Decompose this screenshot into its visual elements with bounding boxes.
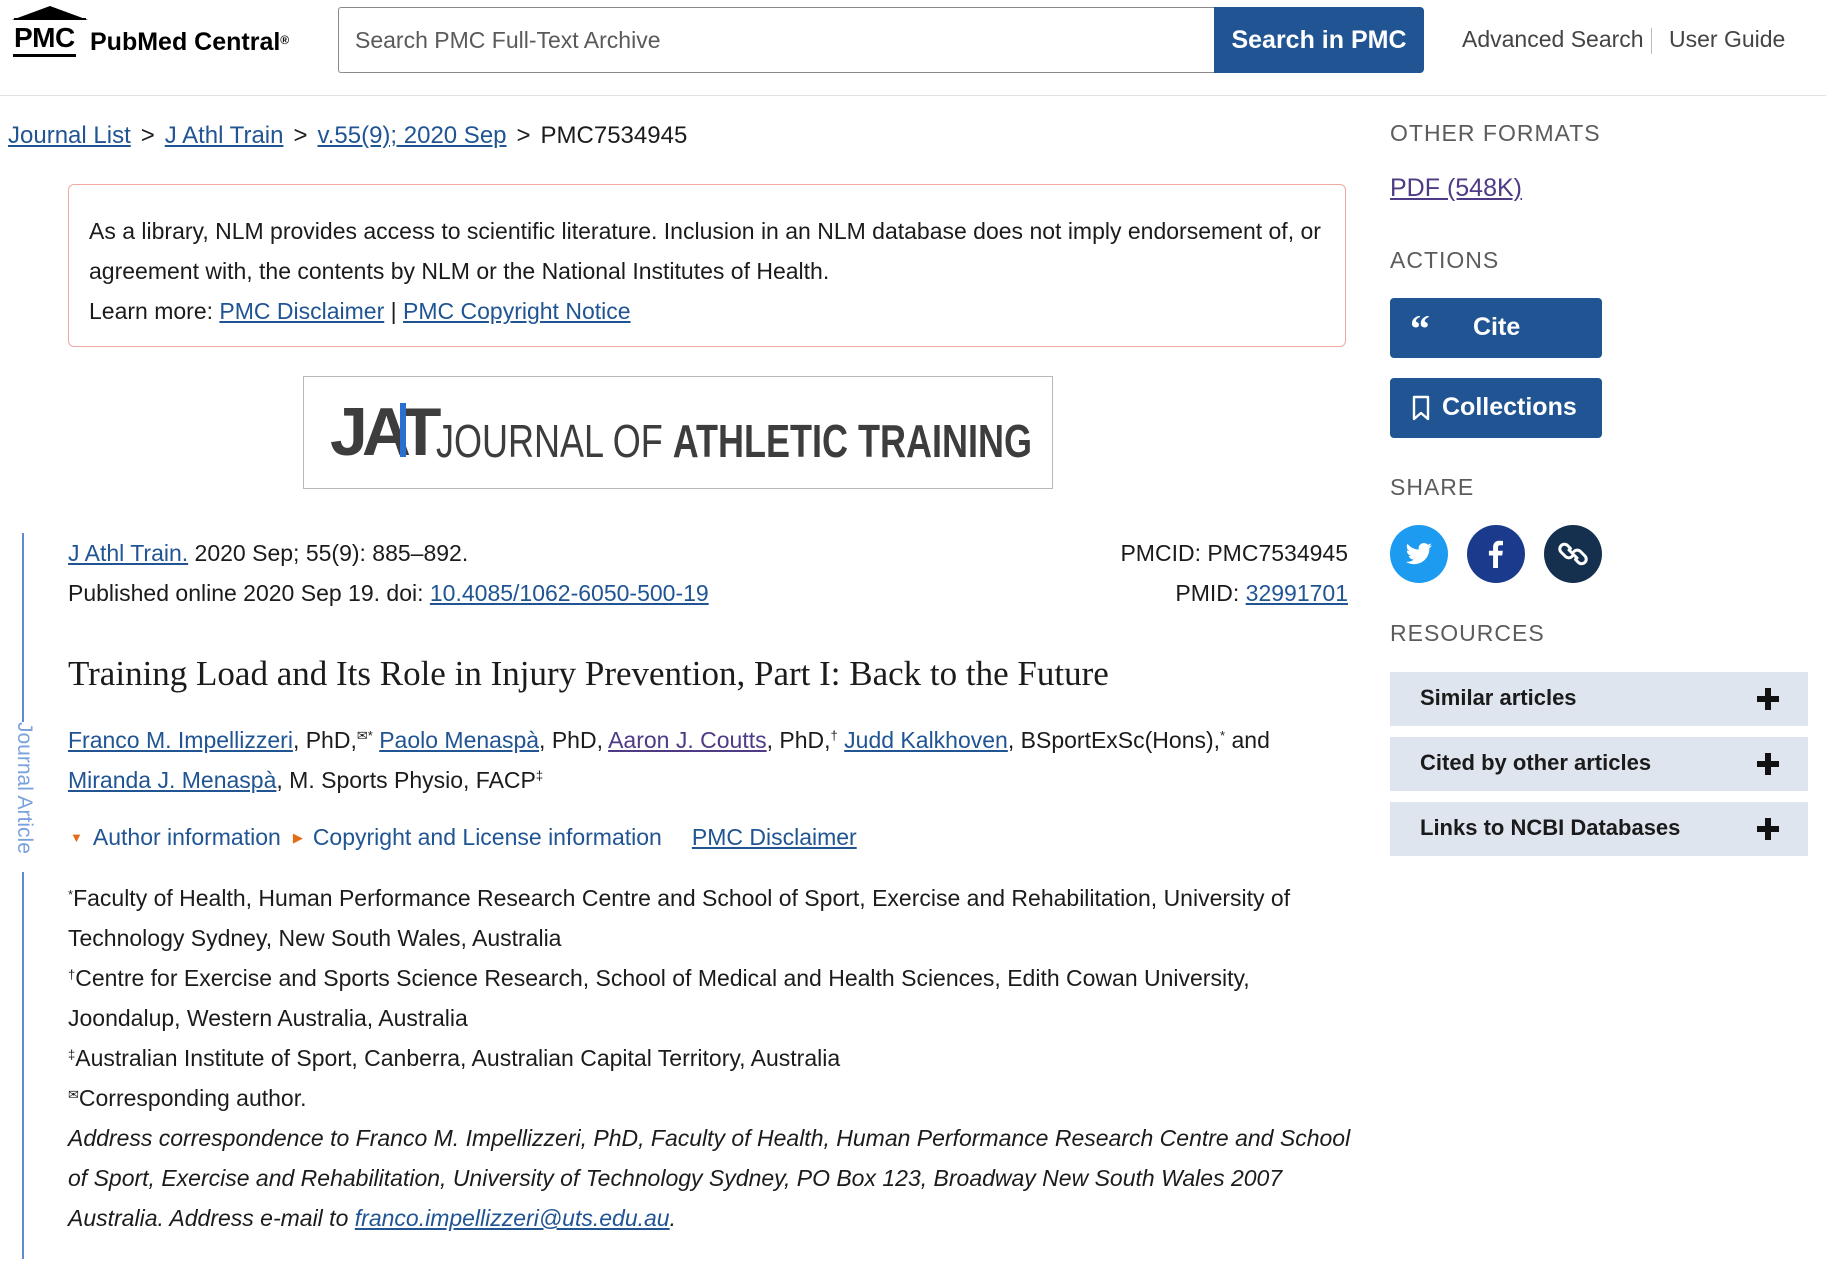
affiliations: *Faculty of Health, Human Performance Re… [68, 878, 1358, 1238]
corresponding-author: ✉Corresponding author. [68, 1085, 307, 1111]
actions-heading: ACTIONS [1390, 247, 1500, 273]
journal-logo: JAT JOURNAL OF ATHLETIC TRAINING [330, 394, 1032, 470]
breadcrumb-current: PMC7534945 [540, 122, 688, 149]
journal-article-label: Journal Article [10, 722, 38, 872]
caduceus-icon [400, 403, 406, 457]
logo-name: PubMed Central® [90, 28, 290, 56]
building-roof-icon [12, 6, 88, 20]
breadcrumb-separator: > [140, 122, 155, 149]
user-guide-link[interactable]: User Guide [1669, 26, 1785, 53]
triangle-down-icon: ▼ [70, 830, 83, 845]
site-header: PMC PubMed Central® Search in PMC Advanc… [0, 0, 1826, 96]
envelope-icon: ✉ [68, 1087, 79, 1102]
facebook-icon [1488, 540, 1503, 568]
breadcrumb-journal[interactable]: J Athl Train [165, 122, 284, 149]
facebook-share-button[interactable] [1467, 525, 1525, 583]
pmcid: PMCID: PMC7534945 [1120, 540, 1348, 566]
pmid-link[interactable]: 32991701 [1246, 580, 1348, 606]
copyright-license-toggle[interactable]: Copyright and License information [313, 824, 662, 850]
collections-button[interactable]: Collections [1390, 378, 1602, 438]
bookmark-icon [1412, 395, 1430, 421]
pdf-link[interactable]: PDF (548K) [1390, 174, 1522, 203]
author-link[interactable]: Paolo Menaspà [379, 727, 539, 753]
resources-heading: RESOURCES [1390, 620, 1545, 646]
copy-link-share-button[interactable] [1544, 525, 1602, 583]
email-link[interactable]: franco.impellizzeri@uts.edu.au [355, 1205, 670, 1231]
plus-icon [1757, 753, 1779, 775]
accordion-ncbi-links[interactable]: Links to NCBI Databases [1390, 802, 1808, 856]
breadcrumb-separator: > [516, 122, 531, 149]
quote-icon: “ [1410, 316, 1430, 338]
affiliation: ‡Australian Institute of Sport, Canberra… [68, 1045, 841, 1071]
author-information-toggle[interactable]: Author information [93, 824, 281, 850]
pmc-disclaimer-link-2[interactable]: PMC Disclaimer [692, 824, 857, 850]
twitter-icon [1405, 543, 1433, 565]
affiliation: *Faculty of Health, Human Performance Re… [68, 885, 1291, 951]
search-input[interactable] [338, 7, 1216, 73]
twitter-share-button[interactable] [1390, 525, 1448, 583]
pmc-copyright-link[interactable]: PMC Copyright Notice [403, 298, 631, 324]
article-info-toggles: ▼ Author information ▶ Copyright and Licens… [70, 824, 857, 851]
breadcrumb-journal-list[interactable]: Journal List [8, 122, 131, 149]
cite-button[interactable]: “ Cite [1390, 298, 1602, 358]
nlm-disclaimer-box: As a library, NLM provides access to sci… [68, 184, 1346, 347]
author-link[interactable]: Franco M. Impellizzeri [68, 727, 293, 753]
other-formats-heading: OTHER FORMATS [1390, 120, 1601, 146]
search-button[interactable]: Search in PMC [1214, 7, 1424, 73]
pmid: PMID: 32991701 [1175, 580, 1348, 606]
header-divider [1651, 28, 1652, 54]
pmc-logo[interactable]: PMC PubMed Central® [10, 6, 290, 62]
learn-more-label: Learn more: [89, 298, 214, 324]
citation-line: J Athl Train. 2020 Sep; 55(9): 885–892. [68, 540, 468, 567]
triangle-right-icon: ▶ [292, 830, 303, 845]
affiliation: †Centre for Exercise and Sports Science … [68, 965, 1250, 1031]
breadcrumb-issue[interactable]: v.55(9); 2020 Sep [318, 122, 507, 149]
author-link[interactable]: Judd Kalkhoven [844, 727, 1008, 753]
logo-pmc-text: PMC [13, 23, 76, 57]
author-list: Franco M. Impellizzeri, PhD,✉* Paolo Men… [68, 727, 1270, 793]
journal-banner[interactable]: JAT JOURNAL OF ATHLETIC TRAINING [303, 376, 1053, 489]
doi-link[interactable]: 10.4085/1062-6050-500-19 [430, 580, 709, 606]
breadcrumb: Journal List > J Athl Train > v.55(9); 2020 … [8, 122, 687, 150]
author-link[interactable]: Miranda J. Menaspà [68, 767, 276, 793]
journal-name: JOURNAL OF ATHLETIC TRAINING [436, 415, 1032, 467]
breadcrumb-separator: > [293, 122, 308, 149]
disclaimer-text: As a library, NLM provides access to sci… [89, 218, 1321, 284]
correspondence-address: Address correspondence to Franco M. Impe… [68, 1125, 1351, 1231]
link-icon [1558, 542, 1588, 566]
jat-logo-letters: JAT [330, 394, 441, 470]
svg-text:“: “ [1410, 316, 1430, 338]
author-link[interactable]: Aaron J. Coutts [608, 727, 767, 753]
accordion-similar-articles[interactable]: Similar articles [1390, 672, 1808, 726]
journal-abbrev-link[interactable]: J Athl Train. [68, 540, 188, 566]
pmc-disclaimer-link[interactable]: PMC Disclaimer [219, 298, 384, 324]
share-heading: SHARE [1390, 474, 1475, 500]
advanced-search-link[interactable]: Advanced Search [1462, 26, 1644, 53]
published-online: Published online 2020 Sep 19. doi: [68, 580, 430, 606]
accordion-cited-by[interactable]: Cited by other articles [1390, 737, 1808, 791]
article-title: Training Load and Its Role in Injury Pre… [68, 654, 1109, 693]
journal-article-strip [22, 533, 24, 1259]
plus-icon [1757, 688, 1779, 710]
plus-icon [1757, 818, 1779, 840]
publication-line: Published online 2020 Sep 19. doi: 10.40… [68, 580, 709, 607]
citation-details: 2020 Sep; 55(9): 885–892. [188, 540, 469, 566]
disclaimer-divider: | [390, 298, 397, 324]
